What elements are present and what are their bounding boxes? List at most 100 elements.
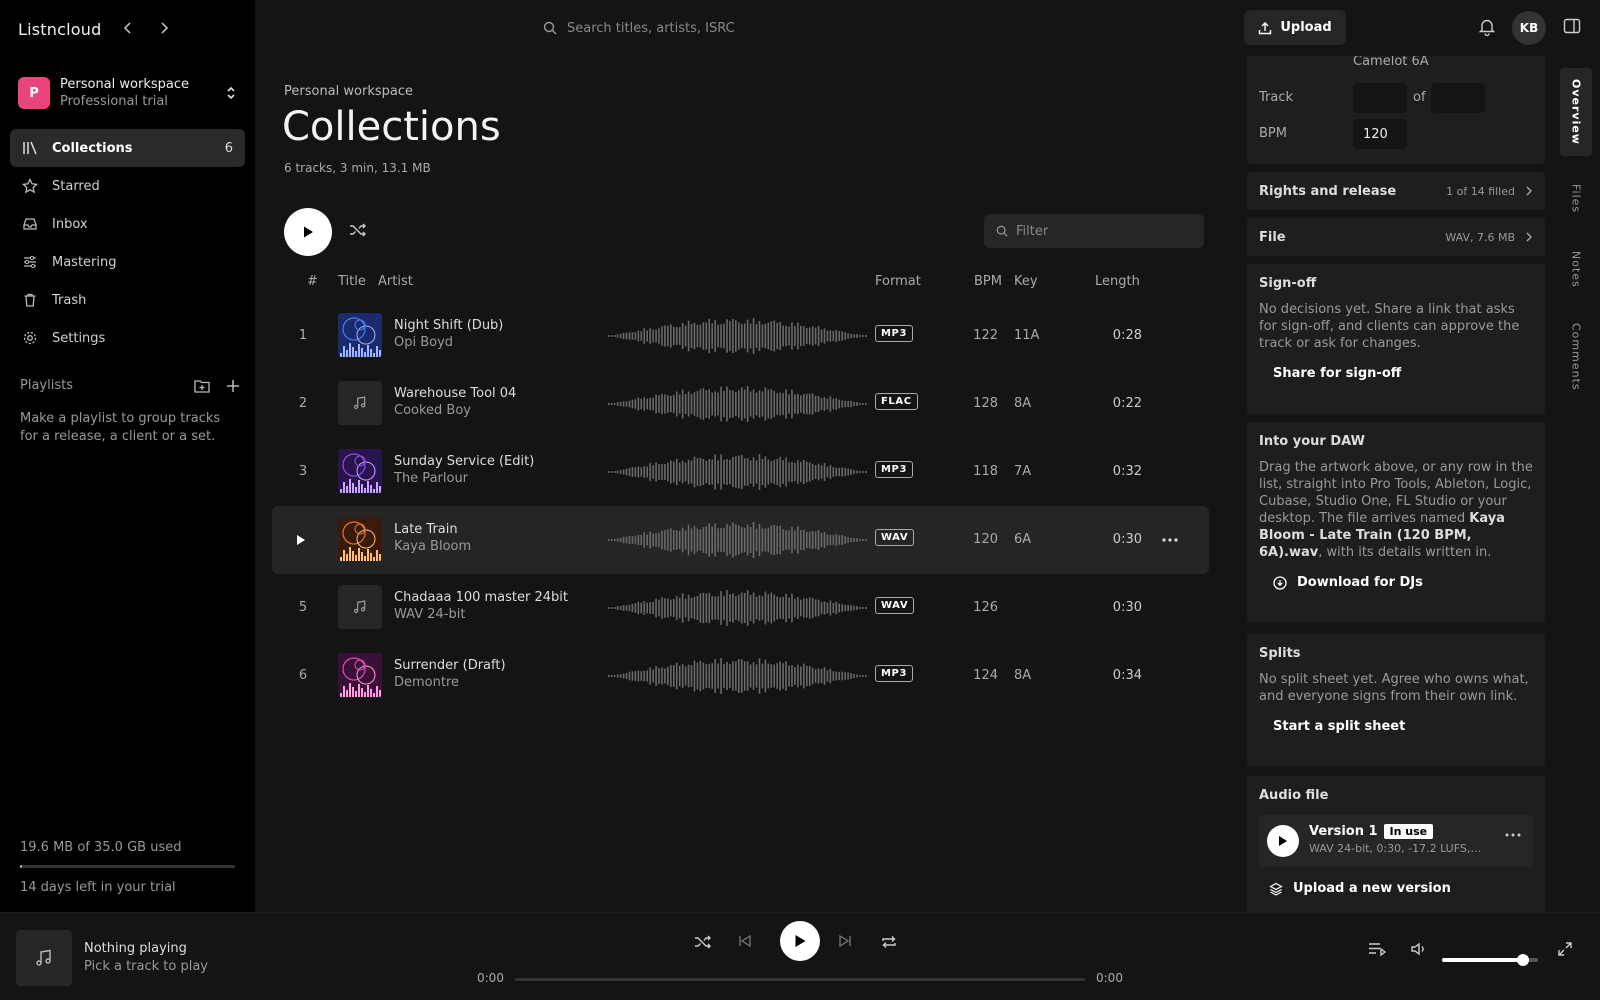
add-playlist-icon[interactable]: [226, 379, 240, 393]
file-row[interactable]: File WAV, 7.6 MB: [1247, 218, 1545, 256]
track-artist[interactable]: Kaya Bloom: [394, 539, 471, 554]
column-number[interactable]: #: [307, 274, 318, 289]
track-title[interactable]: Chadaaa 100 master 24bit: [394, 590, 568, 605]
download-djs-button[interactable]: Download for DJs: [1259, 575, 1533, 590]
upload-new-version-button[interactable]: Upload a new version: [1259, 881, 1533, 896]
sidebar-item-starred[interactable]: Starred: [10, 167, 245, 205]
volume-icon[interactable]: [1410, 941, 1428, 957]
seek-bar[interactable]: [515, 978, 1085, 981]
table-row[interactable]: 1 Night Shift (Dub) Opi Boyd MP3 122 11A 0:28: [272, 302, 1209, 370]
track-title[interactable]: Sunday Service (Edit): [394, 454, 534, 469]
table-row[interactable]: 5 Chadaaa 100 master 24bit WAV 24-bit WAV 12…: [272, 574, 1209, 642]
table-row[interactable]: 3 Sunday Service (Edit) The Parlour MP3 118 7…: [272, 438, 1209, 506]
track-artist[interactable]: Demontre: [394, 675, 506, 690]
queue-icon[interactable]: [1368, 941, 1386, 957]
forward-arrow-icon[interactable]: [154, 18, 174, 38]
column-bpm[interactable]: BPM: [974, 274, 1002, 289]
volume-slider[interactable]: [1442, 954, 1538, 966]
more-icon[interactable]: [1505, 833, 1521, 837]
tab-comments[interactable]: Comments: [1560, 312, 1592, 402]
track-artwork[interactable]: [338, 653, 382, 697]
new-folder-icon[interactable]: [194, 379, 210, 393]
back-arrow-icon[interactable]: [118, 18, 138, 38]
workspace-switcher[interactable]: P Personal workspace Professional trial: [10, 68, 245, 118]
track-title[interactable]: Night Shift (Dub): [394, 318, 503, 333]
waveform[interactable]: [608, 658, 868, 694]
repeat-icon[interactable]: [880, 934, 898, 950]
column-artist[interactable]: Artist: [378, 274, 413, 289]
track-artwork[interactable]: [338, 517, 382, 561]
track-key: 7A: [1014, 464, 1032, 479]
track-title[interactable]: Surrender (Draft): [394, 658, 506, 673]
shuffle-icon[interactable]: [694, 934, 712, 950]
column-format[interactable]: Format: [875, 274, 921, 289]
upload-button[interactable]: Upload: [1244, 10, 1346, 45]
expand-icon[interactable]: [1557, 941, 1573, 957]
panel-toggle-icon[interactable]: [1563, 18, 1581, 34]
track-artwork[interactable]: [338, 313, 382, 357]
shuffle-icon[interactable]: [349, 222, 367, 238]
camelot-key: Camelot 6A: [1353, 56, 1429, 69]
filter-input[interactable]: Filter: [984, 214, 1204, 248]
column-title[interactable]: Title: [338, 274, 366, 289]
sidebar-item-settings[interactable]: Settings: [10, 319, 245, 357]
daw-title: Into your DAW: [1259, 434, 1365, 449]
track-number: 5: [298, 600, 308, 615]
collections-icon: [22, 140, 38, 156]
column-key[interactable]: Key: [1014, 274, 1038, 289]
previous-icon[interactable]: [738, 934, 752, 948]
table-row[interactable]: 6 Surrender (Draft) Demontre MP3 124 8A 0:34: [272, 642, 1209, 710]
track-bpm: 120: [973, 532, 998, 547]
search-input[interactable]: Search titles, artists, ISRC: [567, 21, 735, 36]
play-button[interactable]: [780, 921, 820, 961]
track-artwork[interactable]: [338, 449, 382, 493]
track-artist[interactable]: The Parlour: [394, 471, 534, 486]
tab-files[interactable]: Files: [1560, 172, 1592, 226]
breadcrumb[interactable]: Personal workspace: [284, 84, 413, 99]
track-artwork[interactable]: [338, 381, 382, 425]
volume-handle[interactable]: [1516, 954, 1529, 966]
workspace-plan: Professional trial: [60, 94, 168, 109]
track-artist[interactable]: Cooked Boy: [394, 403, 516, 418]
track-total-input[interactable]: [1431, 83, 1485, 113]
track-number-input[interactable]: [1353, 83, 1407, 113]
table-row[interactable]: 2 Warehouse Tool 04 Cooked Boy FLAC 128 8A 0:2…: [272, 370, 1209, 438]
track-artwork[interactable]: [338, 585, 382, 629]
waveform[interactable]: [608, 318, 868, 354]
sidebar-item-inbox[interactable]: Inbox: [10, 205, 245, 243]
track-title[interactable]: Warehouse Tool 04: [394, 386, 516, 401]
rights-release-row[interactable]: Rights and release 1 of 14 filled: [1247, 172, 1545, 210]
waveform[interactable]: [608, 454, 868, 490]
waveform[interactable]: [608, 386, 868, 422]
track-length: 0:34: [1112, 668, 1142, 683]
bell-icon[interactable]: [1479, 18, 1495, 36]
play-version-button[interactable]: [1267, 825, 1299, 857]
track-bpm: 124: [973, 668, 998, 683]
waveform[interactable]: [608, 590, 868, 626]
play-all-button[interactable]: [284, 208, 332, 256]
bpm-input[interactable]: 120: [1353, 119, 1407, 149]
next-icon[interactable]: [838, 934, 852, 948]
tab-overview[interactable]: Overview: [1560, 68, 1592, 156]
sidebar-item-collections[interactable]: Collections 6: [10, 129, 245, 167]
start-split-sheet-button[interactable]: Start a split sheet: [1259, 719, 1533, 734]
column-length[interactable]: Length: [1095, 274, 1140, 289]
sidebar-item-mastering[interactable]: Mastering: [10, 243, 245, 281]
sidebar-item-label: Starred: [52, 178, 100, 194]
track-artist[interactable]: WAV 24-bit: [394, 607, 568, 622]
sidebar-item-trash[interactable]: Trash: [10, 281, 245, 319]
app-logo[interactable]: Listncloud: [18, 20, 101, 39]
version-row[interactable]: Version 1 In use WAV 24-bit, 0:30, -17.2 …: [1259, 815, 1533, 867]
row-play-icon[interactable]: [296, 532, 310, 546]
waveform[interactable]: [608, 522, 868, 558]
track-artist[interactable]: Opi Boyd: [394, 335, 503, 350]
user-avatar[interactable]: KB: [1512, 11, 1546, 45]
share-signoff-button[interactable]: Share for sign-off: [1259, 366, 1533, 381]
table-row[interactable]: Late Train Kaya Bloom WAV 120 6A 0:30: [272, 506, 1209, 574]
track-title[interactable]: Late Train: [394, 522, 471, 537]
chevron-updown-icon: [225, 85, 237, 101]
search-bar[interactable]: Search titles, artists, ISRC: [533, 16, 833, 40]
tab-notes[interactable]: Notes: [1560, 242, 1592, 296]
more-icon[interactable]: [1162, 532, 1178, 542]
trial-remaining[interactable]: 14 days left in your trial: [20, 880, 235, 895]
